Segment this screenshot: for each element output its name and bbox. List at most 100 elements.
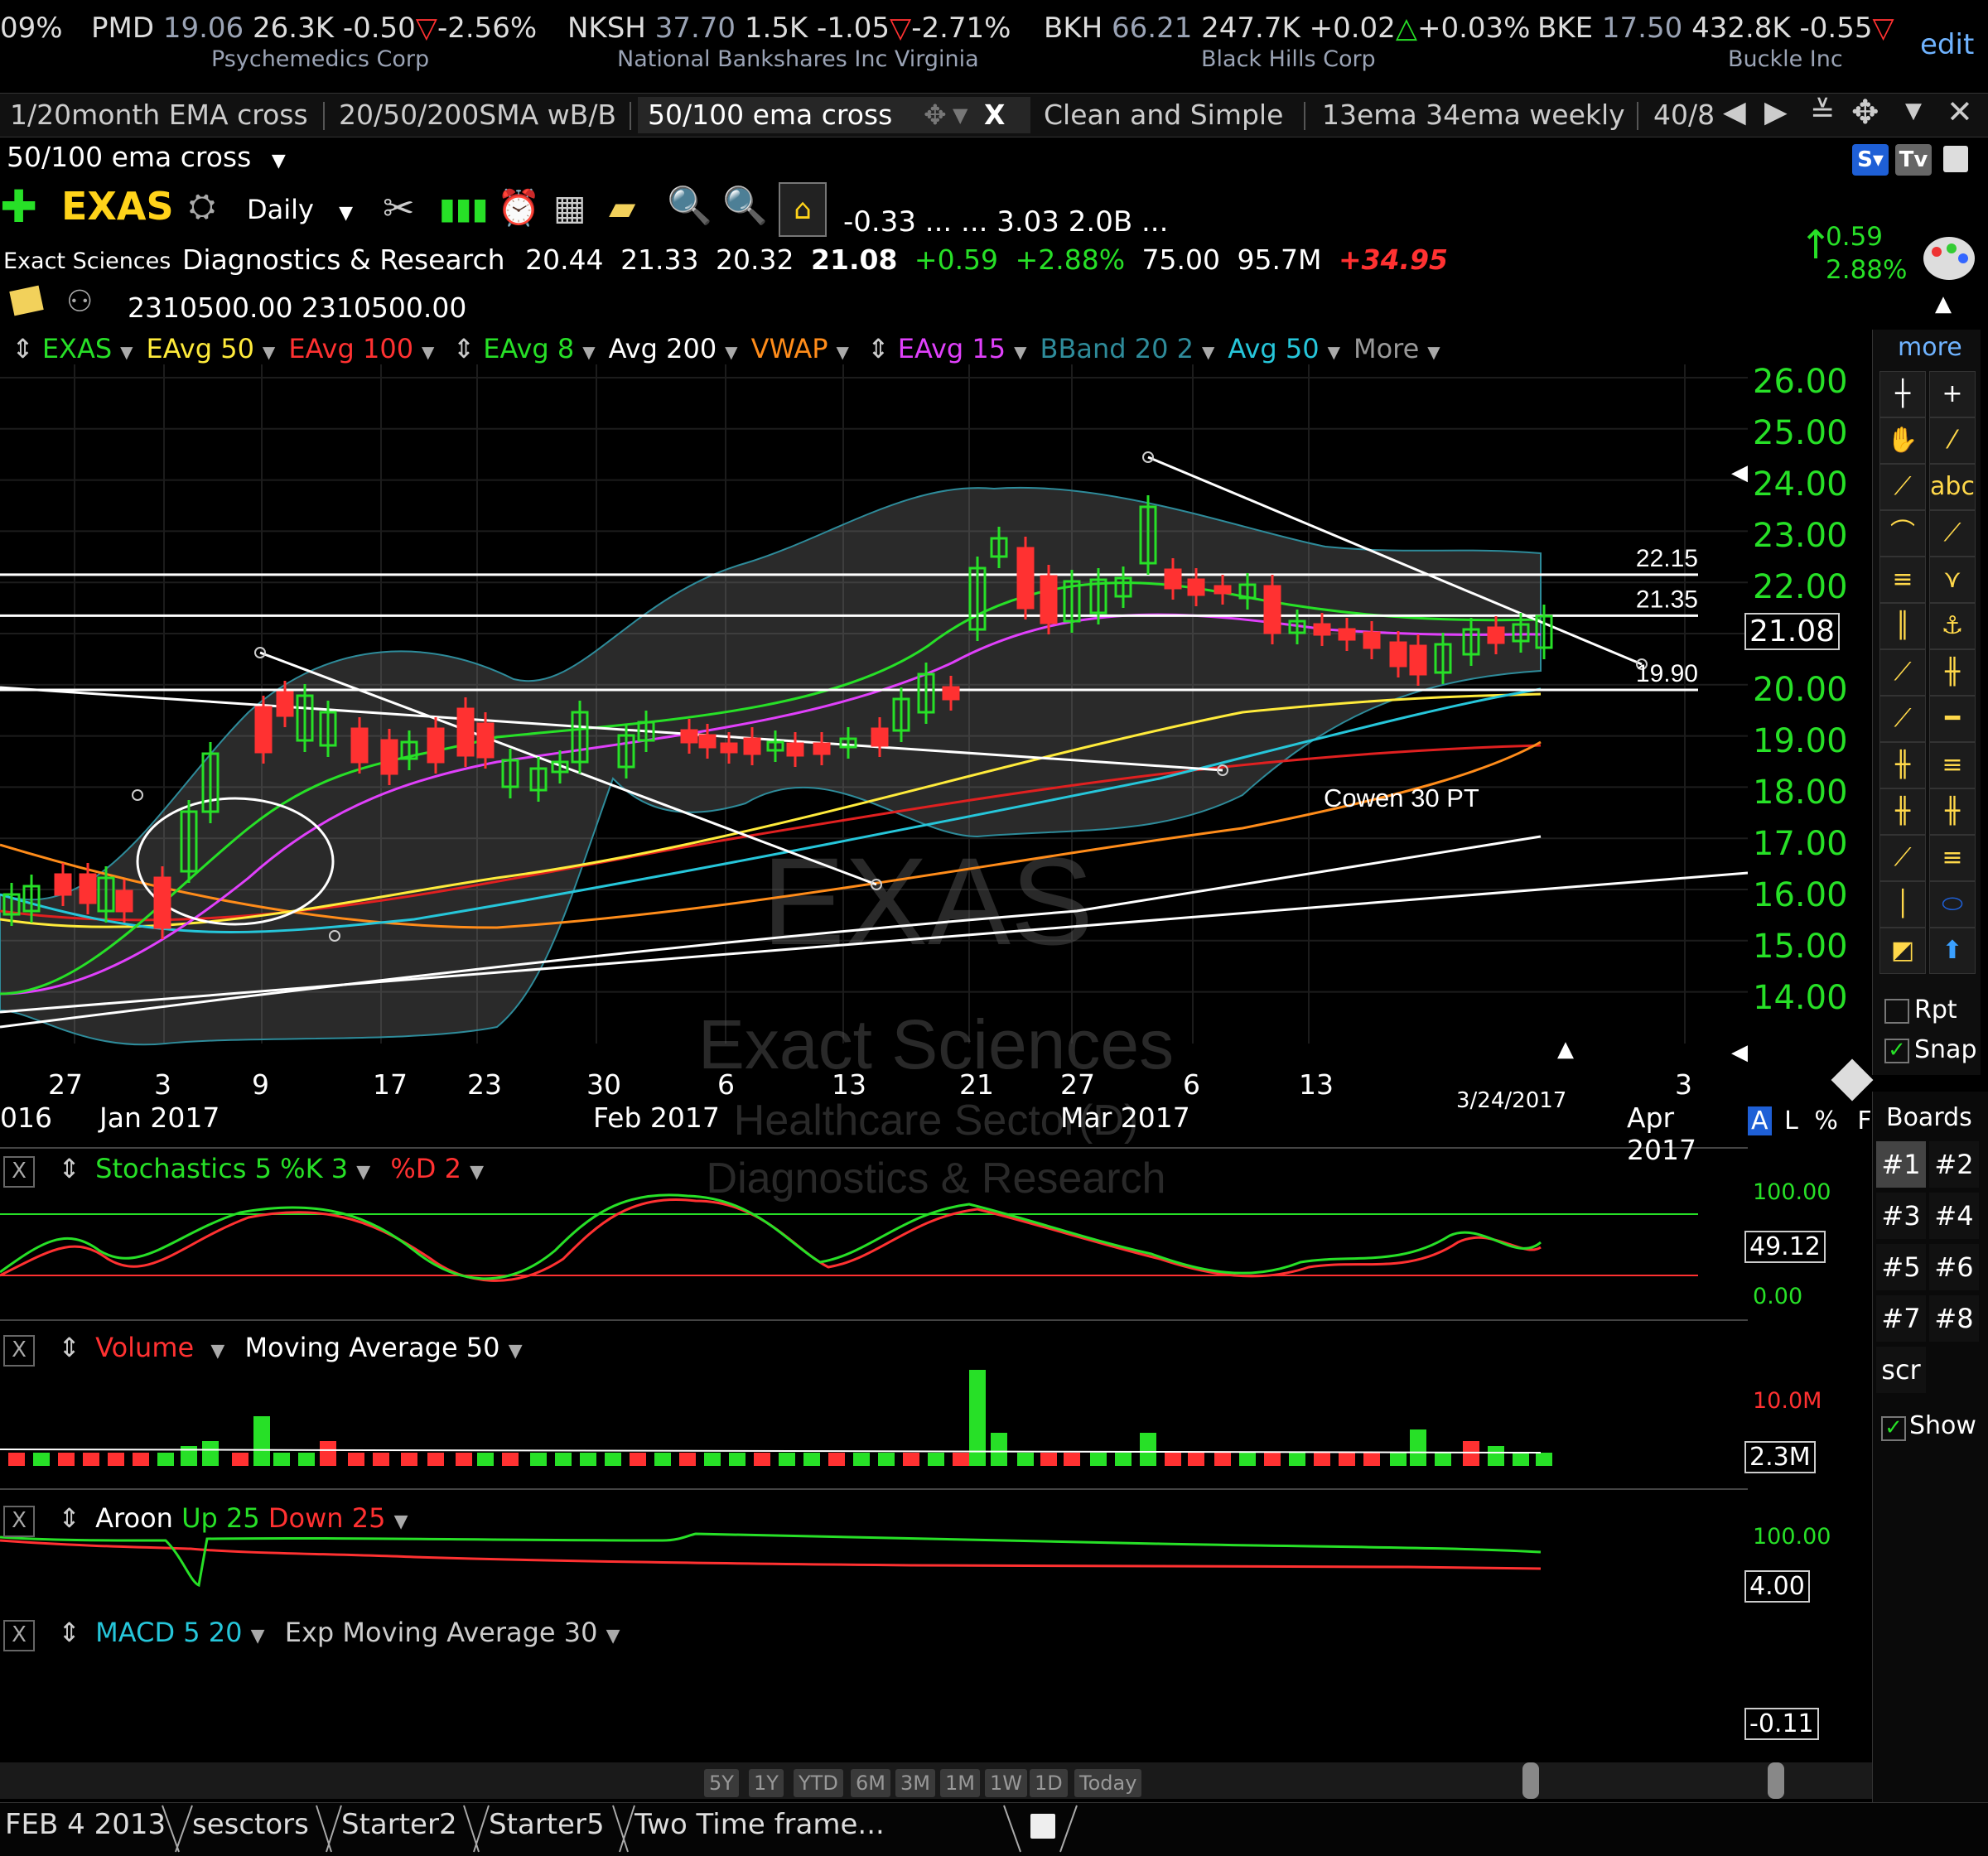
board-5[interactable]: #5	[1876, 1244, 1926, 1290]
indicator-eavg-50[interactable]: EAvg 50	[147, 333, 254, 364]
more-tools-link[interactable]: more	[1898, 333, 1962, 362]
new-tab-icon[interactable]	[1030, 1814, 1055, 1839]
cursor-icon[interactable]: +	[1929, 371, 1976, 417]
sv-icon[interactable]: S▾	[1852, 144, 1889, 176]
move-icon[interactable]: ✥	[924, 97, 947, 133]
link-icon[interactable]: ⛭	[189, 187, 215, 225]
symbol-input[interactable]: EXAS	[61, 184, 174, 229]
eraser-icon[interactable]: ⁄	[1929, 417, 1976, 464]
snap-checkbox[interactable]: ✓	[1884, 1039, 1909, 1063]
board-2[interactable]: #2	[1929, 1141, 1979, 1188]
close-panel-button[interactable]: X	[3, 1156, 35, 1188]
range-button-6m[interactable]: 6M	[851, 1769, 890, 1797]
tab-13ema-34ema-weekly[interactable]: 13ema 34ema weekly	[1312, 97, 1635, 133]
pencil-icon[interactable]	[1831, 1058, 1874, 1102]
vertical-lines-icon[interactable]: ║	[1879, 603, 1926, 649]
ticker-item-bke[interactable]: BKE 17.50 432.8K -0.55▽ Buckle Inc	[1537, 12, 1918, 72]
tab-list-icon[interactable]: ≚	[1810, 95, 1835, 129]
tv-icon[interactable]: Tv	[1895, 144, 1932, 176]
move-icon[interactable]: ⇕	[58, 1332, 80, 1363]
channel-icon[interactable]: ⋎	[1929, 557, 1976, 603]
tab-clean-and-simple[interactable]: Clean and Simple	[1034, 97, 1293, 133]
range-button-1w[interactable]: 1W	[985, 1769, 1027, 1797]
close-panel-button[interactable]: X	[3, 1335, 35, 1367]
move-icon[interactable]: ⇕	[12, 333, 34, 364]
chevron-down-icon[interactable]: ▼	[1202, 342, 1214, 362]
candle-type-icon[interactable]: ▮▮▮	[439, 192, 488, 226]
macd-label[interactable]: MACD 5 20	[95, 1617, 242, 1648]
chevron-down-icon[interactable]: ▼	[1014, 342, 1026, 362]
note-icon[interactable]: ▰	[609, 187, 635, 228]
scroller-right-handle[interactable]	[1768, 1762, 1784, 1799]
indicator-vwap[interactable]: VWAP	[751, 333, 828, 364]
chevron-down-icon[interactable]: ▼	[470, 1162, 484, 1183]
speed-lines-icon[interactable]: ╫	[1879, 788, 1926, 835]
ellipse-icon[interactable]: ⬭	[1929, 881, 1976, 928]
tab-1-20month-ema-cross[interactable]: 1/20month EMA cross	[0, 97, 318, 133]
indicator-eavg-8[interactable]: EAvg 8	[483, 333, 574, 364]
horizontal-line-icon[interactable]: ━	[1929, 696, 1976, 742]
scr-button[interactable]: scr	[1876, 1347, 1926, 1393]
ticker-item-bkh[interactable]: BKH 66.21 247.7K +0.02△+0.03% Black Hill…	[1044, 12, 1530, 72]
vertical-line-icon[interactable]: │	[1879, 881, 1926, 928]
levels-icon[interactable]: ≡	[1929, 835, 1976, 881]
axis-mode-percent[interactable]: %	[1814, 1106, 1838, 1135]
chevron-down-icon[interactable]: ▼	[509, 1341, 523, 1362]
range-button-1m[interactable]: 1M	[940, 1769, 980, 1797]
zoom-out-icon[interactable]: 🔍	[722, 184, 768, 227]
indicator-avg-50[interactable]: Avg 50	[1228, 333, 1319, 364]
rpt-checkbox[interactable]	[1884, 999, 1909, 1024]
indicator-exas[interactable]: EXAS	[42, 333, 112, 364]
indicator-more[interactable]: More	[1353, 333, 1419, 364]
grid-icon[interactable]: ╫	[1879, 742, 1926, 788]
trendline-icon[interactable]: ⟋	[1879, 464, 1926, 510]
pitchfork-icon[interactable]: ╫	[1929, 649, 1976, 696]
chevron-down-icon[interactable]: ▼	[1328, 342, 1340, 362]
move-icon[interactable]: ⇕	[452, 333, 475, 364]
axis-mode-log[interactable]: L	[1784, 1106, 1798, 1135]
detach-icon[interactable]	[1943, 146, 1968, 172]
collapse-up-icon[interactable]: ▲	[1935, 292, 1952, 316]
axis-mode-auto[interactable]: A	[1748, 1106, 1772, 1135]
cycles-icon[interactable]: ╫	[1929, 788, 1976, 835]
chevron-down-icon[interactable]: ▼	[1905, 99, 1922, 123]
tab-20-50-200sma[interactable]: 20/50/200SMA wB/B	[329, 97, 626, 133]
board-1[interactable]: #1	[1876, 1141, 1926, 1188]
chevron-down-icon[interactable]: ▼	[953, 97, 967, 133]
hand-icon[interactable]: ✋	[1879, 417, 1926, 464]
range-button-1y[interactable]: 1Y	[749, 1769, 784, 1797]
board-7[interactable]: #7	[1876, 1295, 1926, 1342]
stoch-label[interactable]: Stochastics 5 %K 3	[95, 1153, 348, 1184]
board-6[interactable]: #6	[1929, 1244, 1979, 1290]
range-button-today[interactable]: Today	[1074, 1769, 1142, 1797]
tab-50-100-ema-cross[interactable]: 50/100 ema cross ✥ ▼ X	[638, 97, 1030, 133]
range-button-5y[interactable]: 5Y	[704, 1769, 739, 1797]
close-panel-button[interactable]: X	[3, 1620, 35, 1651]
ray-icon[interactable]: ⟋	[1879, 649, 1926, 696]
home-icon[interactable]: ⌂	[779, 182, 827, 237]
chevron-down-icon[interactable]: ▼	[251, 1626, 265, 1646]
move-icon[interactable]: ⇕	[58, 1617, 80, 1648]
chevron-down-icon[interactable]: ▼	[210, 1341, 224, 1362]
chevron-down-icon[interactable]: ▼	[356, 1162, 370, 1183]
tab-scroll-left-icon[interactable]: ◀	[1723, 95, 1746, 129]
price-axis[interactable]: 26.00 25.00 24.00 23.00 22.00 20.00 19.00 18.00…	[1748, 356, 1872, 1060]
move-window-icon[interactable]: ✥	[1851, 94, 1879, 132]
ticker-item-nksh[interactable]: NKSH 37.70 1.5K -1.05▽-2.71% National Ba…	[567, 12, 1031, 72]
indicator-eavg-100[interactable]: EAvg 100	[288, 333, 413, 364]
gann-icon[interactable]: ⟋	[1879, 696, 1926, 742]
move-icon[interactable]: ⇕	[58, 1502, 80, 1534]
anchor-icon[interactable]: ⚓	[1929, 603, 1976, 649]
close-panel-button[interactable]: X	[3, 1506, 35, 1537]
close-tab-button[interactable]: X	[984, 97, 1005, 133]
regression-icon[interactable]: ≡	[1929, 742, 1976, 788]
arrow-up-icon[interactable]: ⬆	[1929, 928, 1976, 974]
chevron-down-icon[interactable]: ▼	[422, 342, 434, 362]
parallel-icon[interactable]: ⟋	[1879, 835, 1926, 881]
board-8[interactable]: #8	[1929, 1295, 1979, 1342]
scroll-left-icon[interactable]: ◀	[1731, 1040, 1748, 1065]
ticker-edit-link[interactable]: edit	[1920, 28, 1974, 61]
move-icon[interactable]: ⇕	[58, 1153, 80, 1184]
scroller-left-handle[interactable]	[1522, 1762, 1539, 1799]
note-icon[interactable]	[9, 285, 44, 316]
